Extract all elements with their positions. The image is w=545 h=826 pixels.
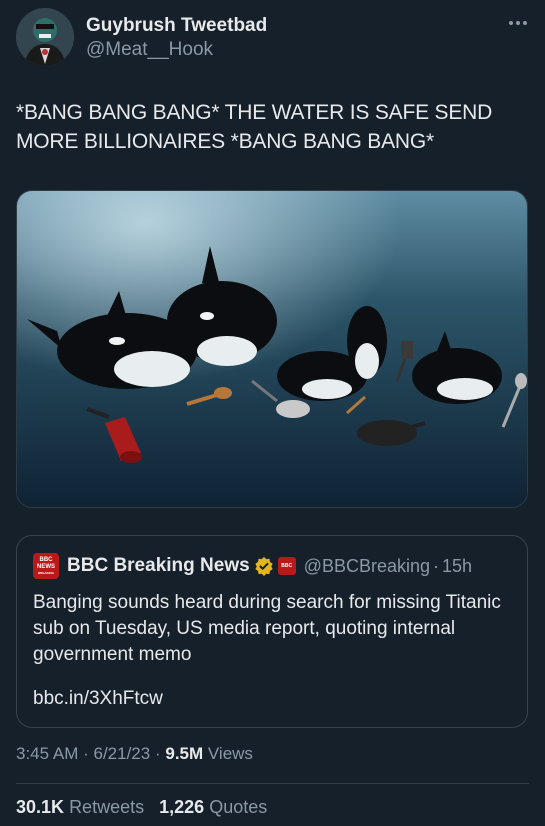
tweet-header: Guybrush Tweetbad @Meat__Hook — [16, 8, 529, 68]
more-icon[interactable] — [507, 12, 529, 34]
quotes-count: 1,226 — [159, 797, 205, 817]
views-count: 9.5M — [165, 744, 204, 763]
views-label: Views — [207, 744, 253, 763]
retweets-stat[interactable]: 30.1K Retweets — [16, 797, 144, 817]
tweet-image[interactable] — [16, 190, 528, 508]
quotes-label: Quotes — [209, 797, 268, 817]
quoted-tweet-header: BBC NEWS BREAKING BBC Breaking News BBC … — [33, 553, 472, 579]
quoted-tweet[interactable]: BBC NEWS BREAKING BBC Breaking News BBC … — [16, 535, 528, 728]
tweet-date[interactable]: 6/21/23 — [94, 744, 151, 763]
display-name[interactable]: Guybrush Tweetbad — [86, 14, 267, 38]
tweet-stats: 30.1K Retweets 1,226 Quotes — [16, 797, 277, 818]
quoted-handle[interactable]: @BBCBreaking — [304, 556, 430, 577]
retweets-count: 30.1K — [16, 797, 65, 817]
quoted-link[interactable]: bbc.in/3XhFtcw — [33, 688, 163, 710]
bbc-logo-text-1: BBC — [39, 557, 53, 563]
verified-badge-icon — [255, 556, 273, 576]
bbc-logo-text-2: NEWS — [37, 564, 55, 570]
bbc-avatar[interactable]: BBC NEWS BREAKING — [33, 553, 59, 579]
quoted-text: Banging sounds heard during search for m… — [33, 592, 501, 665]
bbc-affiliate-icon: BBC — [277, 557, 296, 575]
quoted-display-name[interactable]: BBC Breaking News — [67, 555, 250, 577]
meta-separator: · — [83, 744, 94, 763]
separator-dot: · — [433, 555, 439, 576]
quotes-stat[interactable]: 1,226 Quotes — [159, 797, 267, 817]
bbc-logo-text-3: BREAKING — [37, 571, 54, 575]
avatar[interactable] — [16, 8, 74, 66]
tweet-meta: 3:45 AM · 6/21/23 · 9.5M Views — [16, 744, 253, 764]
retweets-label: Retweets — [69, 797, 145, 817]
divider — [16, 783, 529, 784]
tweet-text: *BANG BANG BANG* THE WATER IS SAFE SEND … — [16, 101, 493, 153]
quoted-time[interactable]: 15h — [442, 556, 472, 577]
meta-separator: · — [154, 744, 166, 763]
tweet-time[interactable]: 3:45 AM — [16, 744, 78, 763]
user-handle[interactable]: @Meat__Hook — [86, 38, 267, 62]
